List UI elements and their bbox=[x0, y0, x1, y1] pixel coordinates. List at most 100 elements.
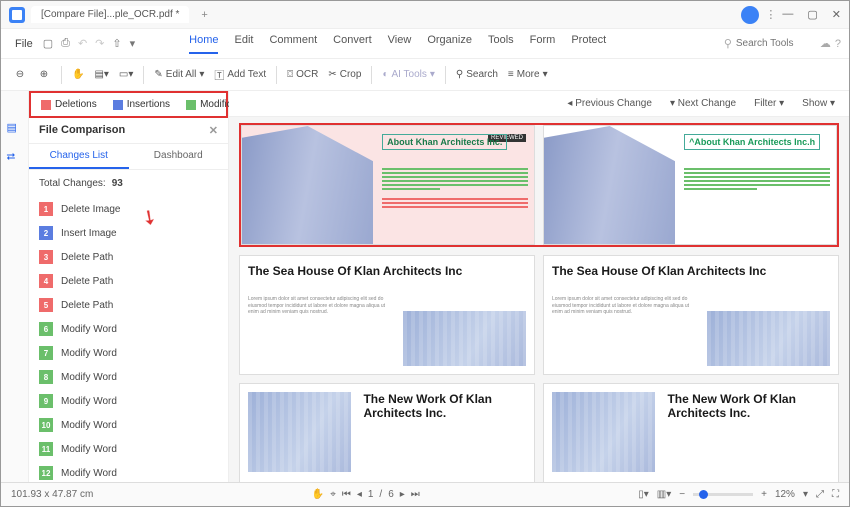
change-label: Insert Image bbox=[61, 228, 117, 239]
change-item[interactable]: 9Modify Word bbox=[29, 389, 228, 413]
zoom-slider[interactable] bbox=[693, 493, 753, 496]
tab-comment[interactable]: Comment bbox=[269, 34, 317, 54]
fullscreen-icon[interactable]: ⛶ bbox=[832, 489, 839, 500]
next-page-icon[interactable]: ▸ bbox=[400, 489, 405, 500]
change-item[interactable]: 12Modify Word bbox=[29, 461, 228, 482]
change-item[interactable]: 6Modify Word bbox=[29, 317, 228, 341]
change-label: Modify Word bbox=[61, 444, 117, 455]
change-label: Modify Word bbox=[61, 420, 117, 431]
panel-close-icon[interactable]: ✕ bbox=[209, 124, 218, 137]
select-mode-icon[interactable]: ⌖ bbox=[330, 489, 336, 500]
page-row-1: REVIEWED About Khan Architects Inc. ^Abo… bbox=[239, 123, 839, 247]
fit-width-icon[interactable]: ⤢ bbox=[816, 489, 824, 500]
subtab-changes-list[interactable]: Changes List bbox=[29, 144, 129, 169]
file-menu[interactable]: File bbox=[9, 38, 39, 50]
legend: Deletions Insertions Modifications bbox=[29, 91, 228, 118]
new-tab-button[interactable]: + bbox=[195, 9, 213, 21]
page-left-1[interactable]: REVIEWED About Khan Architects Inc. bbox=[241, 125, 535, 245]
tab-convert[interactable]: Convert bbox=[333, 34, 372, 54]
tab-home[interactable]: Home bbox=[189, 34, 218, 54]
page-current[interactable]: 1 bbox=[368, 489, 374, 500]
zoom-in-icon[interactable]: + bbox=[761, 489, 767, 500]
shape-tool[interactable]: ▭▾ bbox=[119, 69, 133, 80]
zoom-value[interactable]: 12% bbox=[775, 489, 795, 500]
view-facing-icon[interactable]: ▥▾ bbox=[657, 489, 671, 500]
body-lines bbox=[684, 168, 830, 190]
filter-dropdown[interactable]: Filter ▾ bbox=[754, 98, 784, 109]
change-item[interactable]: 5Delete Path bbox=[29, 293, 228, 317]
change-label: Modify Word bbox=[61, 396, 117, 407]
document-viewer: ◂ Previous Change ▾ Next Change Filter ▾… bbox=[229, 91, 849, 482]
show-dropdown[interactable]: Show ▾ bbox=[802, 98, 835, 109]
page-right-3[interactable]: The New Work Of Klan Architects Inc. bbox=[543, 383, 839, 482]
change-label: Delete Path bbox=[61, 276, 113, 287]
zoom-in-icon: ⊕ bbox=[37, 68, 51, 82]
edit-all-button[interactable]: ✎ Edit All▾ bbox=[154, 69, 204, 80]
help-icon[interactable]: ? bbox=[835, 38, 841, 50]
change-label: Modify Word bbox=[61, 468, 117, 479]
tab-view[interactable]: View bbox=[388, 34, 412, 54]
section-title: The New Work Of Klan Architects Inc. bbox=[363, 392, 534, 421]
minimize-button[interactable]: — bbox=[782, 8, 793, 21]
chevron-down-icon[interactable]: ▾ bbox=[130, 37, 136, 50]
change-item[interactable]: 11Modify Word bbox=[29, 437, 228, 461]
last-page-icon[interactable]: ⏭ bbox=[411, 489, 420, 500]
next-change-button[interactable]: ▾ Next Change bbox=[670, 98, 736, 109]
open-icon[interactable]: ▢ bbox=[43, 37, 53, 50]
change-item[interactable]: 3Delete Path bbox=[29, 245, 228, 269]
zoom-in-button[interactable]: ⊕ bbox=[37, 68, 51, 82]
zoom-out-button[interactable]: ⊖ bbox=[13, 68, 27, 82]
ai-tools-button[interactable]: ◐ AI Tools▾ bbox=[382, 69, 434, 80]
total-changes: Total Changes:93 bbox=[29, 170, 228, 197]
tab-protect[interactable]: Protect bbox=[571, 34, 606, 54]
change-number-chip: 5 bbox=[39, 298, 53, 312]
zoom-chevron-icon[interactable]: ▾ bbox=[803, 489, 808, 500]
maximize-button[interactable]: ▢ bbox=[807, 8, 817, 21]
section-title: The Sea House Of Klan Architects Inc bbox=[552, 264, 830, 278]
view-single-icon[interactable]: ▯▾ bbox=[638, 489, 649, 500]
search-tools-input[interactable] bbox=[736, 38, 816, 49]
change-label: Modify Word bbox=[61, 372, 117, 383]
change-item[interactable]: 2Insert Image bbox=[29, 221, 228, 245]
change-item[interactable]: 8Modify Word bbox=[29, 365, 228, 389]
change-item[interactable]: 4Delete Path bbox=[29, 269, 228, 293]
pages-container[interactable]: REVIEWED About Khan Architects Inc. ^Abo… bbox=[229, 117, 849, 482]
tab-edit[interactable]: Edit bbox=[234, 34, 253, 54]
page-left-3[interactable]: The New Work Of Klan Architects Inc. bbox=[239, 383, 535, 482]
share-icon[interactable]: ⇧ bbox=[112, 37, 121, 50]
search-button[interactable]: ⚲ Search bbox=[456, 69, 498, 80]
zoom-out-icon[interactable]: − bbox=[679, 489, 685, 500]
print-icon[interactable]: ⎙ bbox=[61, 37, 70, 50]
redo-icon[interactable]: ↷ bbox=[95, 37, 104, 50]
change-item[interactable]: 10Modify Word bbox=[29, 413, 228, 437]
prev-page-icon[interactable]: ◂ bbox=[357, 489, 362, 500]
ocr-button[interactable]: ⌼ OCR bbox=[287, 69, 318, 80]
change-item[interactable]: 1Delete Image bbox=[29, 197, 228, 221]
page-right-2[interactable]: The Sea House Of Klan Architects Inc Lor… bbox=[543, 255, 839, 375]
previous-change-button[interactable]: ◂ Previous Change bbox=[567, 98, 652, 109]
highlight-tool[interactable]: ▤▾ bbox=[94, 69, 108, 80]
subtab-dashboard[interactable]: Dashboard bbox=[129, 144, 229, 169]
change-item[interactable]: 7Modify Word bbox=[29, 341, 228, 365]
tab-organize[interactable]: Organize bbox=[427, 34, 472, 54]
cloud-icon[interactable]: ☁ bbox=[820, 37, 831, 50]
undo-icon[interactable]: ↶ bbox=[78, 37, 87, 50]
sidebar: Deletions Insertions Modifications File … bbox=[29, 91, 229, 482]
hand-mode-icon[interactable]: ✋ bbox=[312, 489, 324, 500]
page-left-2[interactable]: The Sea House Of Klan Architects Inc Lor… bbox=[239, 255, 535, 375]
more-button[interactable]: ≡ More▾ bbox=[508, 69, 548, 80]
add-text-button[interactable]: 🅃 Add Text bbox=[214, 67, 266, 82]
compare-icon[interactable]: ⮂ bbox=[7, 151, 23, 167]
close-button[interactable]: ✕ bbox=[832, 8, 841, 21]
thumbnails-icon[interactable]: ▤ bbox=[7, 121, 23, 137]
kebab-icon[interactable]: ⋮ bbox=[765, 8, 776, 21]
crop-button[interactable]: ✂ Crop bbox=[328, 69, 361, 80]
page-right-1[interactable]: ^About Khan Architects Inc.h bbox=[543, 125, 837, 245]
user-avatar[interactable] bbox=[741, 6, 759, 24]
first-page-icon[interactable]: ⏮ bbox=[342, 489, 351, 500]
document-tab[interactable]: [Compare File]...ple_OCR.pdf * bbox=[31, 6, 189, 23]
tab-form[interactable]: Form bbox=[530, 34, 556, 54]
section-image bbox=[248, 392, 351, 472]
tab-tools[interactable]: Tools bbox=[488, 34, 514, 54]
hand-tool[interactable]: ✋ bbox=[72, 69, 84, 80]
